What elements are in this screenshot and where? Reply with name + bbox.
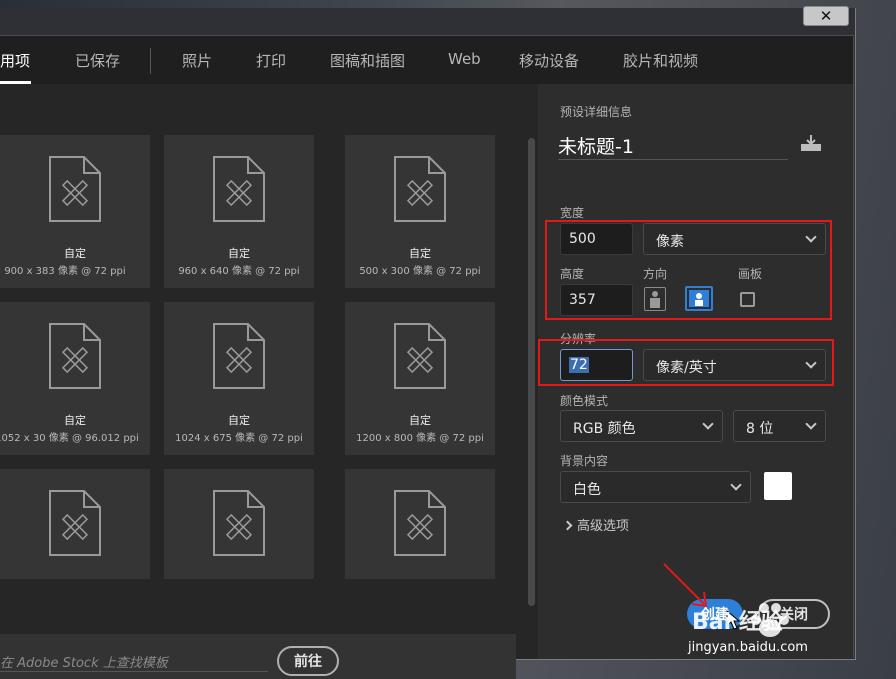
- preset-grid-panel: 自定 900 x 383 像素 @ 72 ppi 自定 960 x 640 像素…: [0, 84, 538, 679]
- preset-card[interactable]: 自定 500 x 300 像素 @ 72 ppi: [345, 135, 495, 288]
- background-select[interactable]: 白色: [560, 471, 751, 503]
- preset-card[interactable]: [345, 469, 495, 579]
- tab-web[interactable]: Web: [448, 50, 481, 68]
- preset-card[interactable]: 自定 1200 x 800 像素 @ 72 ppi: [345, 302, 495, 455]
- watermark-brand: Bai 经验: [692, 610, 783, 635]
- bit-depth-value: 8 位: [746, 421, 774, 437]
- tab-mobile[interactable]: 移动设备: [519, 50, 579, 71]
- preset-dimensions: 1052 x 30 像素 @ 96.012 ppi: [0, 433, 139, 444]
- preset-card[interactable]: 自定 900 x 383 像素 @ 72 ppi: [0, 135, 150, 288]
- preset-card[interactable]: 自定 960 x 640 像素 @ 72 ppi: [164, 135, 314, 288]
- save-preset-icon[interactable]: [800, 134, 822, 152]
- bit-depth-select[interactable]: 8 位: [733, 410, 826, 442]
- tab-print[interactable]: 打印: [256, 50, 286, 71]
- tab-film-video[interactable]: 胶片和视频: [623, 50, 698, 71]
- document-template-icon: [213, 490, 265, 556]
- document-name-field[interactable]: 未标题-1: [558, 132, 634, 159]
- stock-search-input[interactable]: 在 Adobe Stock 上查找模板: [0, 650, 268, 672]
- document-template-icon: [213, 323, 265, 389]
- tab-recent[interactable]: 用项: [0, 50, 30, 71]
- document-template-icon: [49, 323, 101, 389]
- color-mode-value: RGB 颜色: [573, 421, 636, 437]
- watermark-url: jingyan.baidu.com: [688, 640, 808, 655]
- preset-dimensions: 960 x 640 像素 @ 72 ppi: [178, 266, 300, 277]
- preset-card[interactable]: [0, 469, 150, 579]
- background-color-swatch[interactable]: [764, 472, 792, 500]
- preset-name: 自定: [409, 247, 431, 260]
- tab-art-illustration[interactable]: 图稿和插图: [330, 50, 405, 71]
- document-template-icon: [213, 156, 265, 222]
- tab-divider: [150, 48, 151, 74]
- preset-scrollbar[interactable]: [528, 138, 535, 606]
- preset-tabs: 用项 已保存 照片 打印 图稿和插图 Web 移动设备 胶片和视频: [0, 36, 853, 84]
- width-label: 宽度: [560, 206, 585, 220]
- preset-name: 自定: [409, 414, 431, 427]
- preset-name: 自定: [228, 247, 250, 260]
- advanced-options-toggle[interactable]: 高级选项: [562, 515, 630, 534]
- preset-name: 自定: [228, 414, 250, 427]
- document-template-icon: [394, 156, 446, 222]
- chevron-down-icon: [702, 418, 714, 430]
- close-x-icon: ✕: [819, 6, 833, 25]
- window-close-button[interactable]: ✕: [803, 6, 849, 26]
- advanced-options-label: 高级选项: [577, 519, 630, 534]
- chevron-right-icon: [562, 520, 573, 531]
- document-template-icon: [394, 490, 446, 556]
- preset-dimensions: 1024 x 675 像素 @ 72 ppi: [175, 433, 303, 444]
- chevron-down-icon: [805, 418, 817, 430]
- tab-saved[interactable]: 已保存: [75, 50, 120, 71]
- background-label: 背景内容: [560, 454, 609, 468]
- preset-card[interactable]: [164, 469, 314, 579]
- preset-dimensions: 500 x 300 像素 @ 72 ppi: [359, 266, 481, 277]
- go-button[interactable]: 前往: [277, 646, 339, 676]
- background-value: 白色: [573, 482, 601, 498]
- document-template-icon: [394, 323, 446, 389]
- annotation-highlight-box: [545, 220, 832, 320]
- title-underline: [558, 159, 788, 160]
- section-title: 预设详细信息: [560, 105, 633, 119]
- preset-dimensions: 1200 x 800 像素 @ 72 ppi: [356, 433, 484, 444]
- color-mode-label: 颜色模式: [560, 394, 609, 408]
- preset-name: 自定: [64, 414, 86, 427]
- preset-dimensions: 900 x 383 像素 @ 72 ppi: [4, 266, 126, 277]
- stock-search-bar: 在 Adobe Stock 上查找模板 前往: [0, 634, 516, 679]
- preset-name: 自定: [64, 247, 86, 260]
- new-document-dialog: 用项 已保存 照片 打印 图稿和插图 Web 移动设备 胶片和视频 自定 900…: [0, 35, 854, 679]
- annotation-highlight-box: [538, 339, 834, 386]
- chevron-down-icon: [730, 479, 742, 491]
- color-mode-select[interactable]: RGB 颜色: [560, 410, 723, 442]
- preset-card[interactable]: 自定 1052 x 30 像素 @ 96.012 ppi: [0, 302, 150, 455]
- preset-card[interactable]: 自定 1024 x 675 像素 @ 72 ppi: [164, 302, 314, 455]
- document-template-icon: [49, 490, 101, 556]
- tab-photo[interactable]: 照片: [182, 50, 212, 71]
- document-template-icon: [49, 156, 101, 222]
